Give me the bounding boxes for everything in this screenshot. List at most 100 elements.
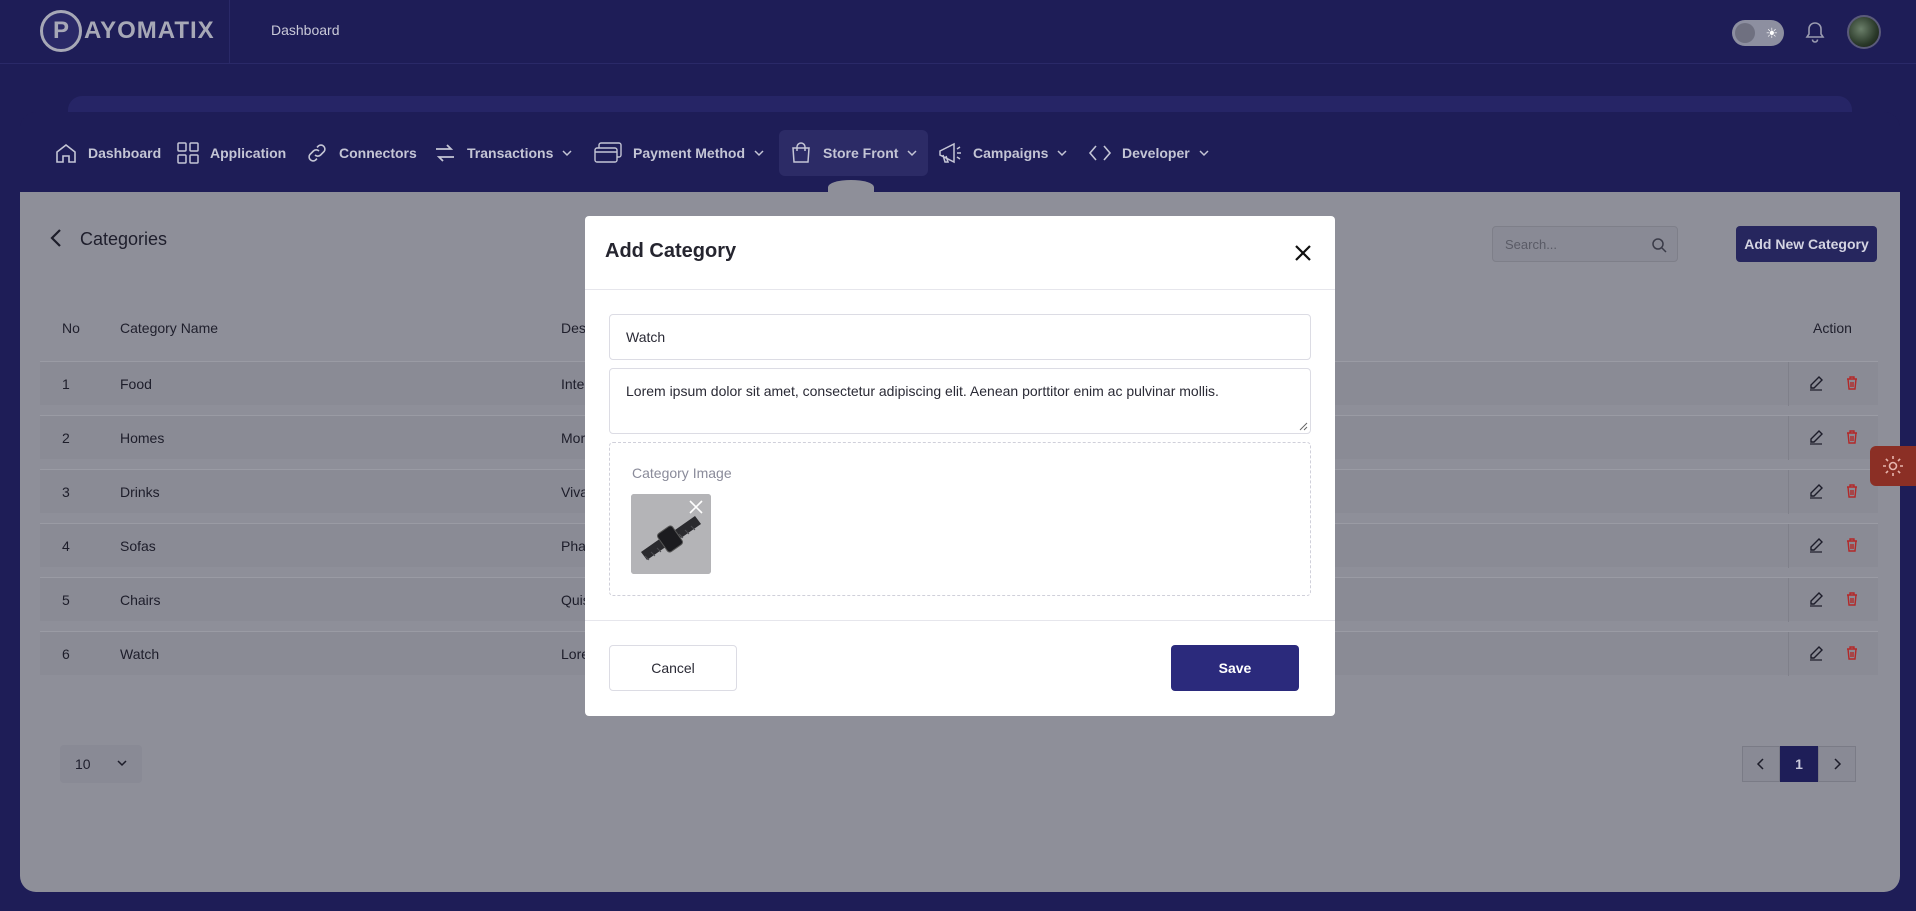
category-description-textarea[interactable]: Lorem ipsum dolor sit amet, consectetur … — [609, 368, 1311, 434]
nav-campaigns[interactable]: Campaigns — [937, 130, 1068, 176]
edit-icon[interactable] — [1808, 591, 1824, 607]
nav-label: Dashboard — [88, 145, 162, 161]
action-divider — [1788, 578, 1789, 622]
modal-title: Add Category — [605, 240, 737, 262]
nav-dashboard[interactable]: Dashboard — [54, 130, 161, 176]
action-divider — [1788, 416, 1789, 460]
nav-transactions[interactable]: Transactions — [433, 130, 573, 176]
delete-icon[interactable] — [1844, 483, 1860, 499]
upload-label: Category Image — [632, 465, 732, 481]
main-nav: Dashboard Application Connectors Transac… — [20, 112, 1900, 192]
next-page-button[interactable] — [1818, 746, 1856, 782]
code-icon — [1088, 145, 1112, 161]
nav-label: Store Front — [823, 145, 899, 161]
row-number: 1 — [62, 376, 70, 392]
chevron-down-icon — [754, 150, 764, 157]
column-header-name: Category Name — [120, 320, 219, 336]
per-page-select[interactable]: 10 — [60, 745, 142, 783]
nav-store-front[interactable]: Store Front — [779, 130, 929, 176]
row-name: Homes — [120, 430, 165, 446]
close-button[interactable] — [1288, 238, 1318, 268]
modal-header: Add Category — [585, 216, 1335, 290]
edit-icon[interactable] — [1808, 429, 1824, 445]
nav-label: Campaigns — [973, 145, 1049, 161]
nav-label: Connectors — [339, 145, 417, 161]
edit-icon[interactable] — [1808, 375, 1824, 391]
remove-image-icon[interactable] — [689, 500, 703, 514]
page-number[interactable]: 1 — [1780, 746, 1818, 782]
delete-icon[interactable] — [1844, 645, 1860, 661]
column-header-description: Des — [561, 320, 586, 336]
category-name-input[interactable]: Watch — [609, 314, 1311, 360]
nav-label: Transactions — [467, 145, 554, 161]
nav-connectors[interactable]: Connectors — [305, 130, 417, 176]
logo-text: AYOMATIX — [84, 17, 215, 44]
chevron-down-icon — [117, 760, 127, 767]
nav-label: Payment Method — [633, 145, 746, 161]
gear-icon — [1883, 456, 1903, 476]
delete-icon[interactable] — [1844, 591, 1860, 607]
divider — [229, 0, 230, 64]
settings-tab[interactable] — [1870, 446, 1916, 486]
action-divider — [1788, 362, 1789, 406]
close-icon — [1295, 245, 1311, 261]
row-description: Mor — [561, 430, 586, 446]
avatar[interactable] — [1847, 15, 1881, 49]
description-text: Lorem ipsum dolor sit amet, consectetur … — [626, 383, 1219, 399]
modal-footer-divider — [585, 620, 1335, 621]
resize-handle-icon[interactable] — [1298, 421, 1308, 431]
toggle-knob — [1735, 23, 1755, 43]
grid-icon — [177, 142, 199, 164]
row-name: Sofas — [120, 538, 156, 554]
edit-icon[interactable] — [1808, 537, 1824, 553]
cancel-button[interactable]: Cancel — [609, 645, 737, 691]
delete-icon[interactable] — [1844, 537, 1860, 553]
add-category-modal: Add Category Watch Lorem ipsum dolor sit… — [585, 216, 1335, 716]
delete-icon[interactable] — [1844, 429, 1860, 445]
back-arrow-icon[interactable] — [48, 228, 64, 254]
prev-page-button[interactable] — [1742, 746, 1780, 782]
theme-toggle[interactable]: ☀ — [1732, 20, 1784, 46]
brand-logo[interactable]: P AYOMATIX — [40, 10, 215, 52]
nav-payment-method[interactable]: Payment Method — [593, 130, 765, 176]
chevron-right-icon — [1834, 758, 1842, 770]
row-description: Pha — [561, 538, 586, 554]
top-bar: P AYOMATIX Dashboard ☀ — [0, 0, 1916, 64]
page-title: Dashboard — [271, 22, 340, 38]
action-divider — [1788, 632, 1789, 676]
delete-icon[interactable] — [1844, 375, 1860, 391]
row-name: Watch — [120, 646, 160, 662]
arrows-icon — [436, 144, 454, 162]
row-name: Food — [120, 376, 152, 392]
action-divider — [1788, 470, 1789, 514]
bag-icon — [792, 142, 810, 163]
nav-application[interactable]: Application — [176, 130, 286, 176]
column-header-no: No — [62, 320, 80, 336]
row-number: 4 — [62, 538, 70, 554]
row-number: 2 — [62, 430, 70, 446]
section-title: Categories — [80, 229, 168, 249]
image-upload-zone[interactable]: Category Image — [609, 442, 1311, 596]
nav-label: Application — [210, 145, 287, 161]
column-header-action: Action — [1813, 320, 1852, 336]
search-placeholder: Search... — [1505, 237, 1558, 252]
chevron-left-icon — [1756, 758, 1764, 770]
search-icon — [1652, 238, 1667, 253]
row-number: 5 — [62, 592, 70, 608]
save-button[interactable]: Save — [1171, 645, 1299, 691]
edit-icon[interactable] — [1808, 645, 1824, 661]
per-page-value: 10 — [75, 756, 91, 772]
sun-icon: ☀ — [1765, 25, 1778, 41]
chevron-down-icon — [907, 150, 917, 157]
chevron-down-icon — [1199, 150, 1209, 157]
row-number: 6 — [62, 646, 70, 662]
row-name: Drinks — [120, 484, 160, 500]
nav-label: Developer — [1122, 145, 1190, 161]
category-image-preview — [631, 494, 711, 574]
nav-developer[interactable]: Developer — [1088, 130, 1210, 176]
edit-icon[interactable] — [1808, 483, 1824, 499]
action-divider — [1788, 524, 1789, 568]
bell-icon[interactable] — [1804, 20, 1826, 44]
search-field[interactable]: Search... — [1492, 226, 1678, 262]
add-new-category-button[interactable]: Add New Category — [1736, 226, 1877, 262]
